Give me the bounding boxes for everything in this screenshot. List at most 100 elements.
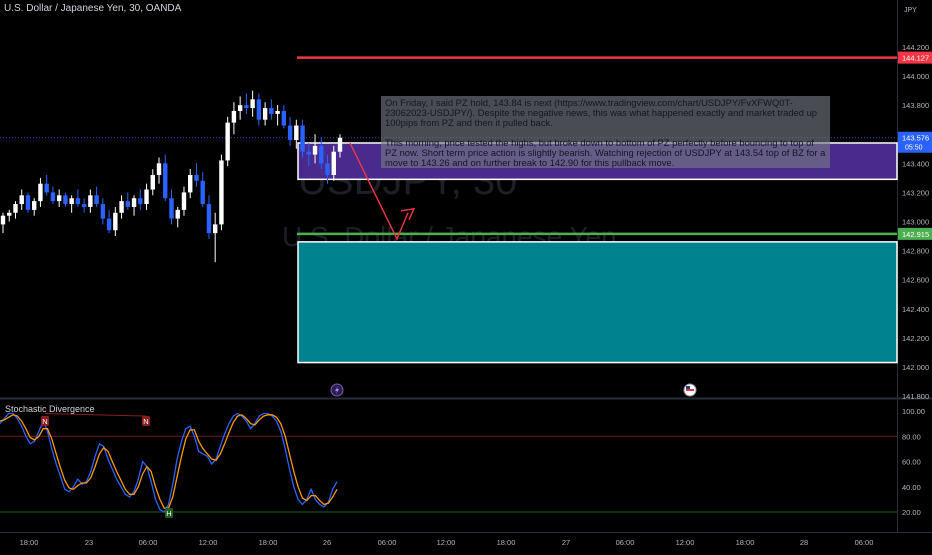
oscillator-tick-label: 40.00 <box>902 483 921 492</box>
candle-body[interactable] <box>7 212 12 216</box>
time-tick-label: 06:00 <box>378 538 397 547</box>
candle-body[interactable] <box>125 201 131 207</box>
price-tick-label: 142.400 <box>902 305 929 314</box>
candle-body[interactable] <box>119 201 124 213</box>
candle-body[interactable] <box>325 163 330 175</box>
candle-body[interactable] <box>106 218 112 231</box>
marker-label: H <box>166 509 171 518</box>
candle-body[interactable] <box>319 145 324 164</box>
candle-body[interactable] <box>56 195 62 202</box>
time-tick-label: 28 <box>800 538 808 547</box>
note-paragraph-2: This morning, price tested the highs, bu… <box>385 136 826 168</box>
candle-body[interactable] <box>19 195 24 205</box>
oscillator-tick-label: 60.00 <box>902 458 921 467</box>
candle-body[interactable] <box>275 110 280 114</box>
candle-body[interactable] <box>100 204 106 219</box>
candle-body[interactable] <box>306 151 311 155</box>
oscillator-tick-label: 100.00 <box>902 407 925 416</box>
candle-body[interactable] <box>169 198 174 219</box>
time-tick-label: 23 <box>85 538 93 547</box>
candle-body[interactable] <box>144 189 149 205</box>
bearish-divergence-marker[interactable]: N <box>142 416 150 426</box>
lightning-icon[interactable] <box>330 383 344 397</box>
oscillator-tick-label: 80.00 <box>902 432 921 441</box>
oscillator-tick-label: 20.00 <box>902 508 921 517</box>
candle-body[interactable] <box>175 209 180 219</box>
candle-body[interactable] <box>138 198 143 205</box>
price-tick-label: 143.000 <box>902 218 929 227</box>
time-tick-label: 12:00 <box>676 538 695 547</box>
candle-body[interactable] <box>219 160 224 225</box>
support-badge-label: 142.915 <box>902 230 929 239</box>
candle-body[interactable] <box>13 204 18 213</box>
candle-body[interactable] <box>194 174 199 181</box>
candle-body[interactable] <box>300 125 305 152</box>
price-tick-label: 142.800 <box>902 247 929 256</box>
candle-body[interactable] <box>69 198 74 205</box>
time-tick-label: 18:00 <box>259 538 278 547</box>
candle-body[interactable] <box>0 215 6 225</box>
candle-body[interactable] <box>250 99 255 109</box>
price-tick-label: 141.800 <box>902 392 929 401</box>
chart-canvas[interactable]: USDJPY, 30U.S. Dollar / Japanese YenJPY1… <box>0 0 932 550</box>
candle-body[interactable] <box>337 137 343 152</box>
time-tick-label: 18:00 <box>20 538 39 547</box>
candle-body[interactable] <box>206 204 212 234</box>
candle-body[interactable] <box>188 174 193 193</box>
candle-body[interactable] <box>88 195 93 207</box>
candle-body[interactable] <box>32 201 37 210</box>
candle-body[interactable] <box>113 212 118 231</box>
candle-body[interactable] <box>81 204 87 207</box>
price-tick-label: 144.000 <box>902 72 929 81</box>
price-tick-label: 143.800 <box>902 101 929 110</box>
candle-body[interactable] <box>75 198 81 205</box>
price-tick-label: 143.400 <box>902 159 929 168</box>
resistance-badge-label: 144.127 <box>902 54 929 63</box>
bullish-divergence-marker[interactable]: H <box>165 508 173 518</box>
price-tick-label: 142.600 <box>902 276 929 285</box>
price-tick-label: 142.200 <box>902 334 929 343</box>
candle-body[interactable] <box>269 108 274 114</box>
time-tick-label: 26 <box>323 538 331 547</box>
countdown-label: 05:50 <box>905 145 923 152</box>
time-tick-label: 06:00 <box>855 538 874 547</box>
time-tick-label: 18:00 <box>736 538 755 547</box>
candle-body[interactable] <box>150 174 155 190</box>
candle-body[interactable] <box>262 108 268 120</box>
candle-body[interactable] <box>237 105 243 111</box>
candle-body[interactable] <box>244 105 249 109</box>
candle-body[interactable] <box>225 122 230 161</box>
candle-body[interactable] <box>200 180 205 205</box>
marker-label: N <box>143 417 148 426</box>
candle-body[interactable] <box>25 195 31 210</box>
candle-body[interactable] <box>312 145 318 155</box>
time-tick-label: 27 <box>562 538 570 547</box>
candle-body[interactable] <box>156 163 162 175</box>
us-flag-icon[interactable] <box>683 383 697 397</box>
indicator-title: Stochastic Divergence <box>5 404 95 414</box>
buy-zone-lower[interactable] <box>297 241 898 364</box>
candle-body[interactable] <box>38 183 43 202</box>
candle-body[interactable] <box>63 195 68 205</box>
candle-body[interactable] <box>163 163 168 199</box>
candle-body[interactable] <box>294 125 299 141</box>
chart-stage[interactable]: USDJPY, 30 U.S. Dollar / Japanese Yen JPY 1… <box>0 0 932 550</box>
candle-body[interactable] <box>231 110 237 123</box>
candle-body[interactable] <box>44 183 49 193</box>
candle-body[interactable] <box>287 125 293 141</box>
candle-body[interactable] <box>131 198 137 207</box>
candle-body[interactable] <box>281 110 287 126</box>
candle-body[interactable] <box>331 151 336 175</box>
time-tick-label: 06:00 <box>616 538 635 547</box>
us-flag-canton <box>686 386 690 389</box>
time-tick-label: 12:00 <box>199 538 218 547</box>
bearish-divergence-marker[interactable]: N <box>41 416 49 426</box>
time-tick-label: 12:00 <box>437 538 456 547</box>
candle-body[interactable] <box>50 192 56 202</box>
analysis-note[interactable]: On Friday, I said PZ hold, 143.84 is nex… <box>381 96 830 168</box>
candle-body[interactable] <box>94 195 99 205</box>
us-flag-stripe <box>686 389 694 391</box>
candle-body[interactable] <box>256 99 262 120</box>
candle-body[interactable] <box>212 224 218 234</box>
candle-body[interactable] <box>181 192 187 210</box>
